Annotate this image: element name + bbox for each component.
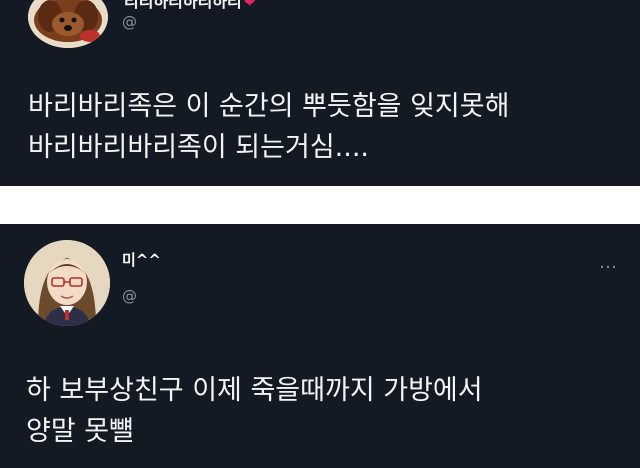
display-name[interactable]: 미^^ bbox=[122, 249, 161, 270]
tweet-text-line: 바리바리족은 이 순간의 뿌듯함을 잊지못해 bbox=[28, 91, 510, 122]
avatar-dog-image bbox=[28, 0, 108, 48]
tweet-card: 미^^ @ … 하 보부상친구 이제 죽을때까지 가방에서 양말 못뺼 bbox=[0, 224, 640, 468]
display-name-text: 리리하리하리하리 bbox=[124, 0, 242, 11]
tweet-text-line: 하 보부상친구 이제 죽을때까지 가방에서 bbox=[26, 375, 483, 406]
user-handle[interactable]: @ bbox=[122, 287, 137, 305]
tweet-card: 리리하리하리하리 ❤ @ 바리바리족은 이 순간의 뿌듯함을 잊지못해 바리바리바… bbox=[0, 0, 640, 186]
heart-icon: ❤ bbox=[243, 0, 256, 11]
tweet-text: 바리바리족은 이 순간의 뿌듯함을 잊지못해 바리바리바리족이 되는거심.... bbox=[28, 86, 509, 168]
user-handle[interactable]: @ bbox=[122, 13, 137, 31]
tweet-text-line: 양말 못뺼 bbox=[26, 416, 134, 447]
tweet-text-line: 바리바리바리족이 되는거심.... bbox=[28, 132, 369, 163]
avatar[interactable] bbox=[24, 240, 110, 326]
avatar-girl-image bbox=[24, 240, 110, 326]
display-name[interactable]: 리리하리하리하리 ❤ bbox=[124, 0, 256, 12]
tweet-text: 하 보부상친구 이제 죽을때까지 가방에서 양말 못뺼 bbox=[26, 370, 483, 452]
avatar[interactable] bbox=[28, 0, 108, 48]
more-options-icon[interactable]: … bbox=[599, 254, 618, 272]
